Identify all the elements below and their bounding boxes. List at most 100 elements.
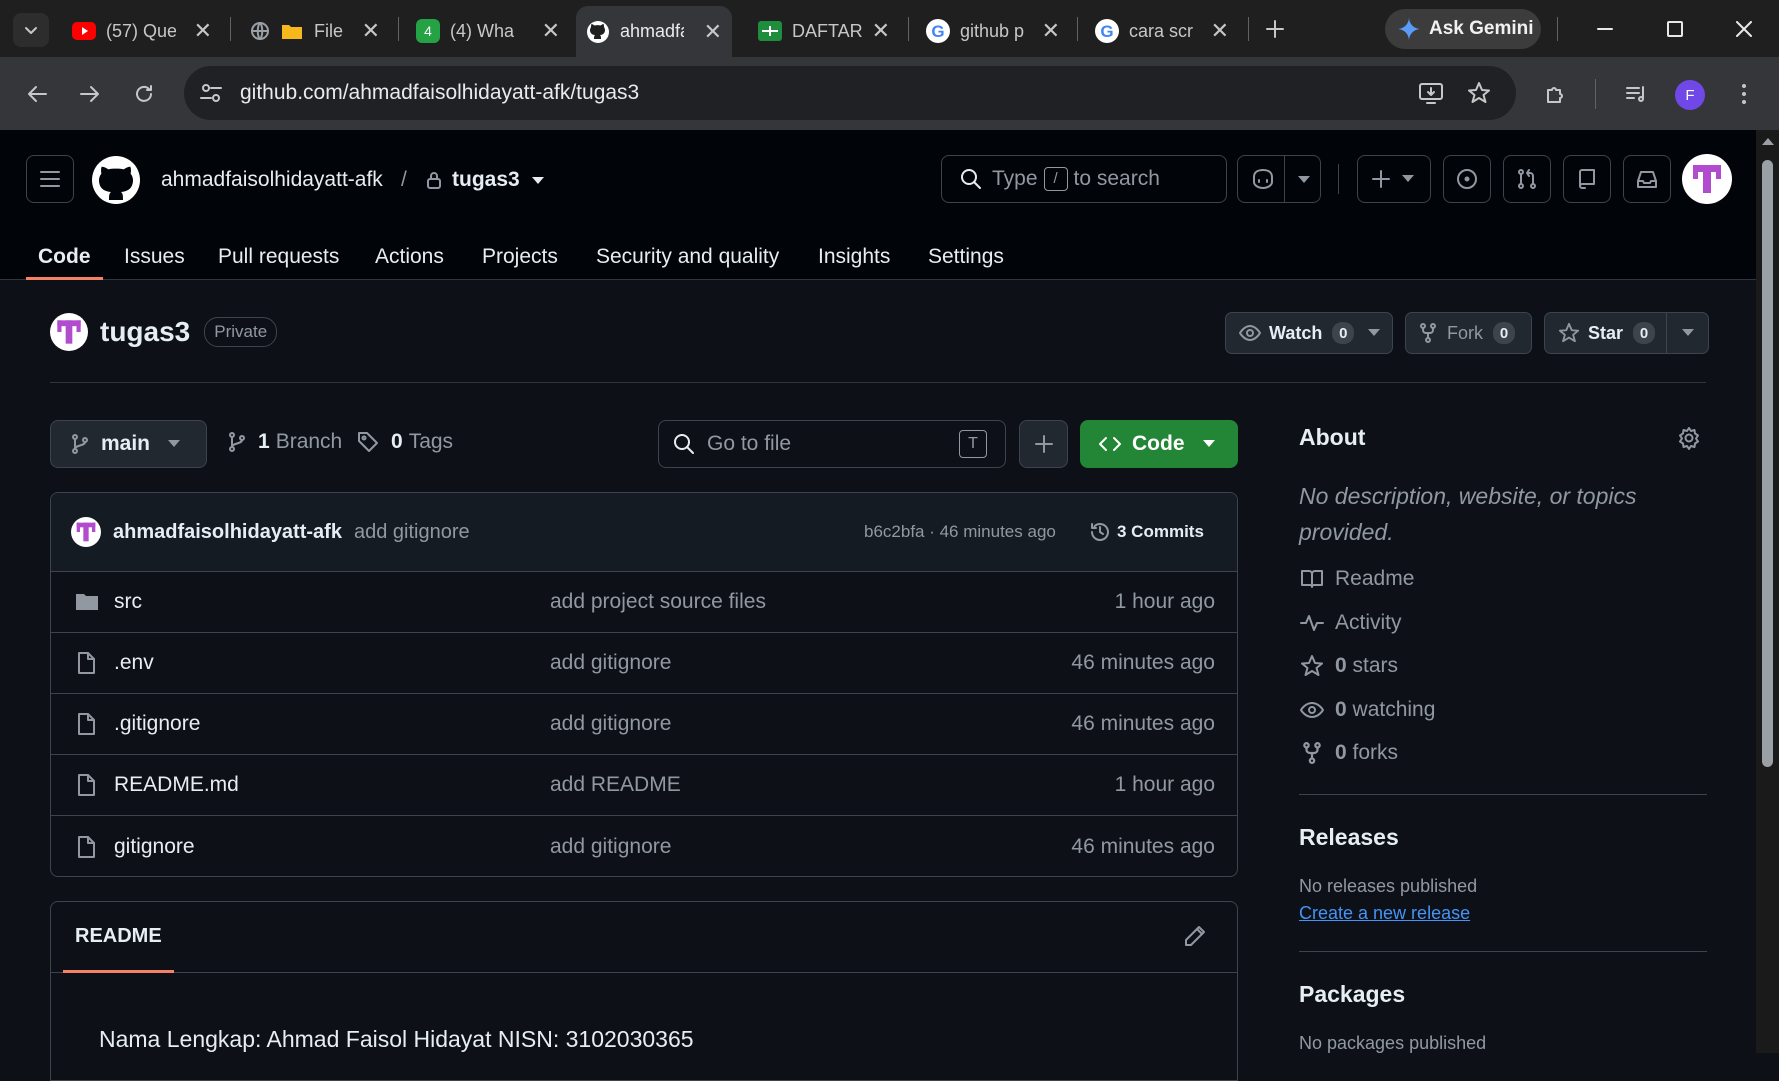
extensions-button[interactable] xyxy=(1537,75,1575,113)
close-tab-icon[interactable]: ✕ xyxy=(872,20,890,42)
bookmark-button[interactable] xyxy=(1464,78,1494,108)
close-tab-icon[interactable]: ✕ xyxy=(704,20,722,43)
file-commit-message[interactable]: add README xyxy=(550,773,681,797)
watching-label: watching xyxy=(1352,698,1436,721)
scroll-up-icon[interactable] xyxy=(1762,138,1774,146)
repo-name[interactable]: tugas3 xyxy=(100,316,190,348)
browser-tab-google-2[interactable]: G cara scr ✕ xyxy=(1085,9,1239,53)
global-menu-button[interactable] xyxy=(26,155,74,203)
create-new-button[interactable] xyxy=(1357,155,1431,203)
file-commit-message[interactable]: add project source files xyxy=(550,590,766,614)
file-commit-message[interactable]: add gitignore xyxy=(550,712,671,736)
branch-count: 1 xyxy=(258,430,270,453)
commit-message[interactable]: add gitignore xyxy=(354,521,470,544)
close-tab-icon[interactable]: ✕ xyxy=(542,20,560,42)
close-tab-icon[interactable]: ✕ xyxy=(194,20,212,42)
packages-title[interactable]: Packages xyxy=(1299,981,1707,1008)
branch-selector[interactable]: main xyxy=(50,420,207,468)
file-icon xyxy=(78,713,95,735)
readme-link[interactable]: Readme xyxy=(1299,566,1414,592)
star-button[interactable]: Star 0 xyxy=(1544,312,1709,354)
new-tab-button[interactable] xyxy=(1258,12,1292,46)
file-name[interactable]: src xyxy=(114,590,142,614)
media-control-button[interactable] xyxy=(1617,75,1655,113)
issues-button[interactable] xyxy=(1443,155,1491,203)
file-commit-message[interactable]: add gitignore xyxy=(550,835,671,859)
user-avatar[interactable] xyxy=(1682,154,1732,204)
chevron-down-icon[interactable] xyxy=(1682,329,1694,337)
minimize-button[interactable] xyxy=(1570,0,1640,57)
gear-icon[interactable] xyxy=(1677,426,1701,450)
close-window-button[interactable] xyxy=(1709,0,1779,57)
reload-button[interactable] xyxy=(125,75,163,113)
maximize-button[interactable] xyxy=(1640,0,1710,57)
scrollbar-thumb[interactable] xyxy=(1762,160,1773,767)
commit-author-avatar[interactable] xyxy=(71,517,101,547)
file-row-gitignore[interactable]: gitignore add gitignore 46 minutes ago xyxy=(51,816,1237,876)
forks-link[interactable]: 0 forks xyxy=(1299,740,1398,766)
forward-button[interactable] xyxy=(71,75,109,113)
readme-tab[interactable]: README xyxy=(63,925,174,973)
address-bar[interactable]: github.com/ahmadfaisolhidayatt-afk/tugas… xyxy=(184,66,1516,120)
browser-tab-google-1[interactable]: G github p ✕ xyxy=(916,9,1070,53)
close-tab-icon[interactable]: ✕ xyxy=(1211,20,1229,42)
create-release-link[interactable]: Create a new release xyxy=(1299,903,1470,924)
tab-security[interactable]: Security and quality xyxy=(596,230,779,280)
tab-issues[interactable]: Issues xyxy=(124,230,185,280)
browser-tab-sheets[interactable]: DAFTAR ✕ xyxy=(748,9,900,53)
watch-button[interactable]: Watch 0 xyxy=(1225,312,1393,354)
commit-hash-time[interactable]: b6c2bfa · 46 minutes ago xyxy=(864,522,1056,542)
activity-link[interactable]: Activity xyxy=(1299,610,1402,636)
tab-settings[interactable]: Settings xyxy=(928,230,1004,280)
close-tab-icon[interactable]: ✕ xyxy=(1042,20,1060,42)
file-name[interactable]: .env xyxy=(114,651,154,675)
breadcrumb-repo[interactable]: tugas3 xyxy=(452,168,520,192)
commit-author[interactable]: ahmadfaisolhidayatt-afk xyxy=(113,521,342,544)
fork-button[interactable]: Fork 0 xyxy=(1405,312,1532,354)
code-button[interactable]: Code xyxy=(1080,420,1238,468)
pencil-icon[interactable] xyxy=(1183,924,1207,948)
back-button[interactable] xyxy=(18,75,56,113)
file-row-src[interactable]: src add project source files 1 hour ago xyxy=(51,572,1237,633)
releases-title[interactable]: Releases xyxy=(1299,824,1707,851)
commits-link[interactable]: 3 Commits xyxy=(1089,521,1204,543)
file-row-dot-gitignore[interactable]: .gitignore add gitignore 46 minutes ago xyxy=(51,694,1237,755)
copilot-button[interactable] xyxy=(1237,155,1321,203)
file-name[interactable]: README.md xyxy=(114,773,239,797)
tab-projects[interactable]: Projects xyxy=(482,230,558,280)
repositories-button[interactable] xyxy=(1563,155,1611,203)
browser-tab-youtube[interactable]: (57) Que ✕ xyxy=(62,9,222,53)
file-commit-message[interactable]: add gitignore xyxy=(550,651,671,675)
inbox-button[interactable] xyxy=(1623,155,1671,203)
tab-code[interactable]: Code xyxy=(26,230,103,280)
browser-tab-whatsapp[interactable]: 4 (4) Wha ✕ xyxy=(406,9,570,53)
ask-gemini-button[interactable]: Ask Gemini xyxy=(1385,9,1541,49)
browser-tab-file[interactable]: File ✕ xyxy=(238,9,390,53)
breadcrumb-owner[interactable]: ahmadfaisolhidayatt-afk xyxy=(161,168,383,192)
add-file-button[interactable] xyxy=(1019,420,1068,468)
file-row-readme[interactable]: README.md add README 1 hour ago xyxy=(51,755,1237,816)
file-row-env[interactable]: .env add gitignore 46 minutes ago xyxy=(51,633,1237,694)
close-tab-icon[interactable]: ✕ xyxy=(362,20,380,42)
folder-icon xyxy=(280,19,304,43)
global-search-input[interactable]: Type / to search xyxy=(941,155,1227,203)
install-app-button[interactable] xyxy=(1416,78,1446,108)
github-logo-icon[interactable] xyxy=(92,156,140,204)
file-name[interactable]: .gitignore xyxy=(114,712,200,736)
tab-insights[interactable]: Insights xyxy=(818,230,890,280)
pull-requests-button[interactable] xyxy=(1503,155,1551,203)
file-icon xyxy=(78,652,95,674)
tags-link[interactable]: 0 Tags xyxy=(357,430,453,454)
tab-pull-requests[interactable]: Pull requests xyxy=(218,230,339,280)
browser-menu-button[interactable] xyxy=(1725,75,1763,113)
tab-search-button[interactable] xyxy=(13,13,49,47)
profile-avatar[interactable]: F xyxy=(1675,80,1705,110)
branches-link[interactable]: 1 Branch xyxy=(228,430,342,454)
stars-link[interactable]: 0 stars xyxy=(1299,653,1398,679)
browser-tab-github[interactable]: ahmadfa ✕ xyxy=(576,6,732,57)
watching-link[interactable]: 0 watching xyxy=(1299,697,1435,723)
repo-switcher-caret-icon[interactable] xyxy=(532,177,544,185)
file-name[interactable]: gitignore xyxy=(114,835,195,859)
go-to-file-input[interactable]: Go to file T xyxy=(658,420,1006,468)
tab-actions[interactable]: Actions xyxy=(375,230,444,280)
